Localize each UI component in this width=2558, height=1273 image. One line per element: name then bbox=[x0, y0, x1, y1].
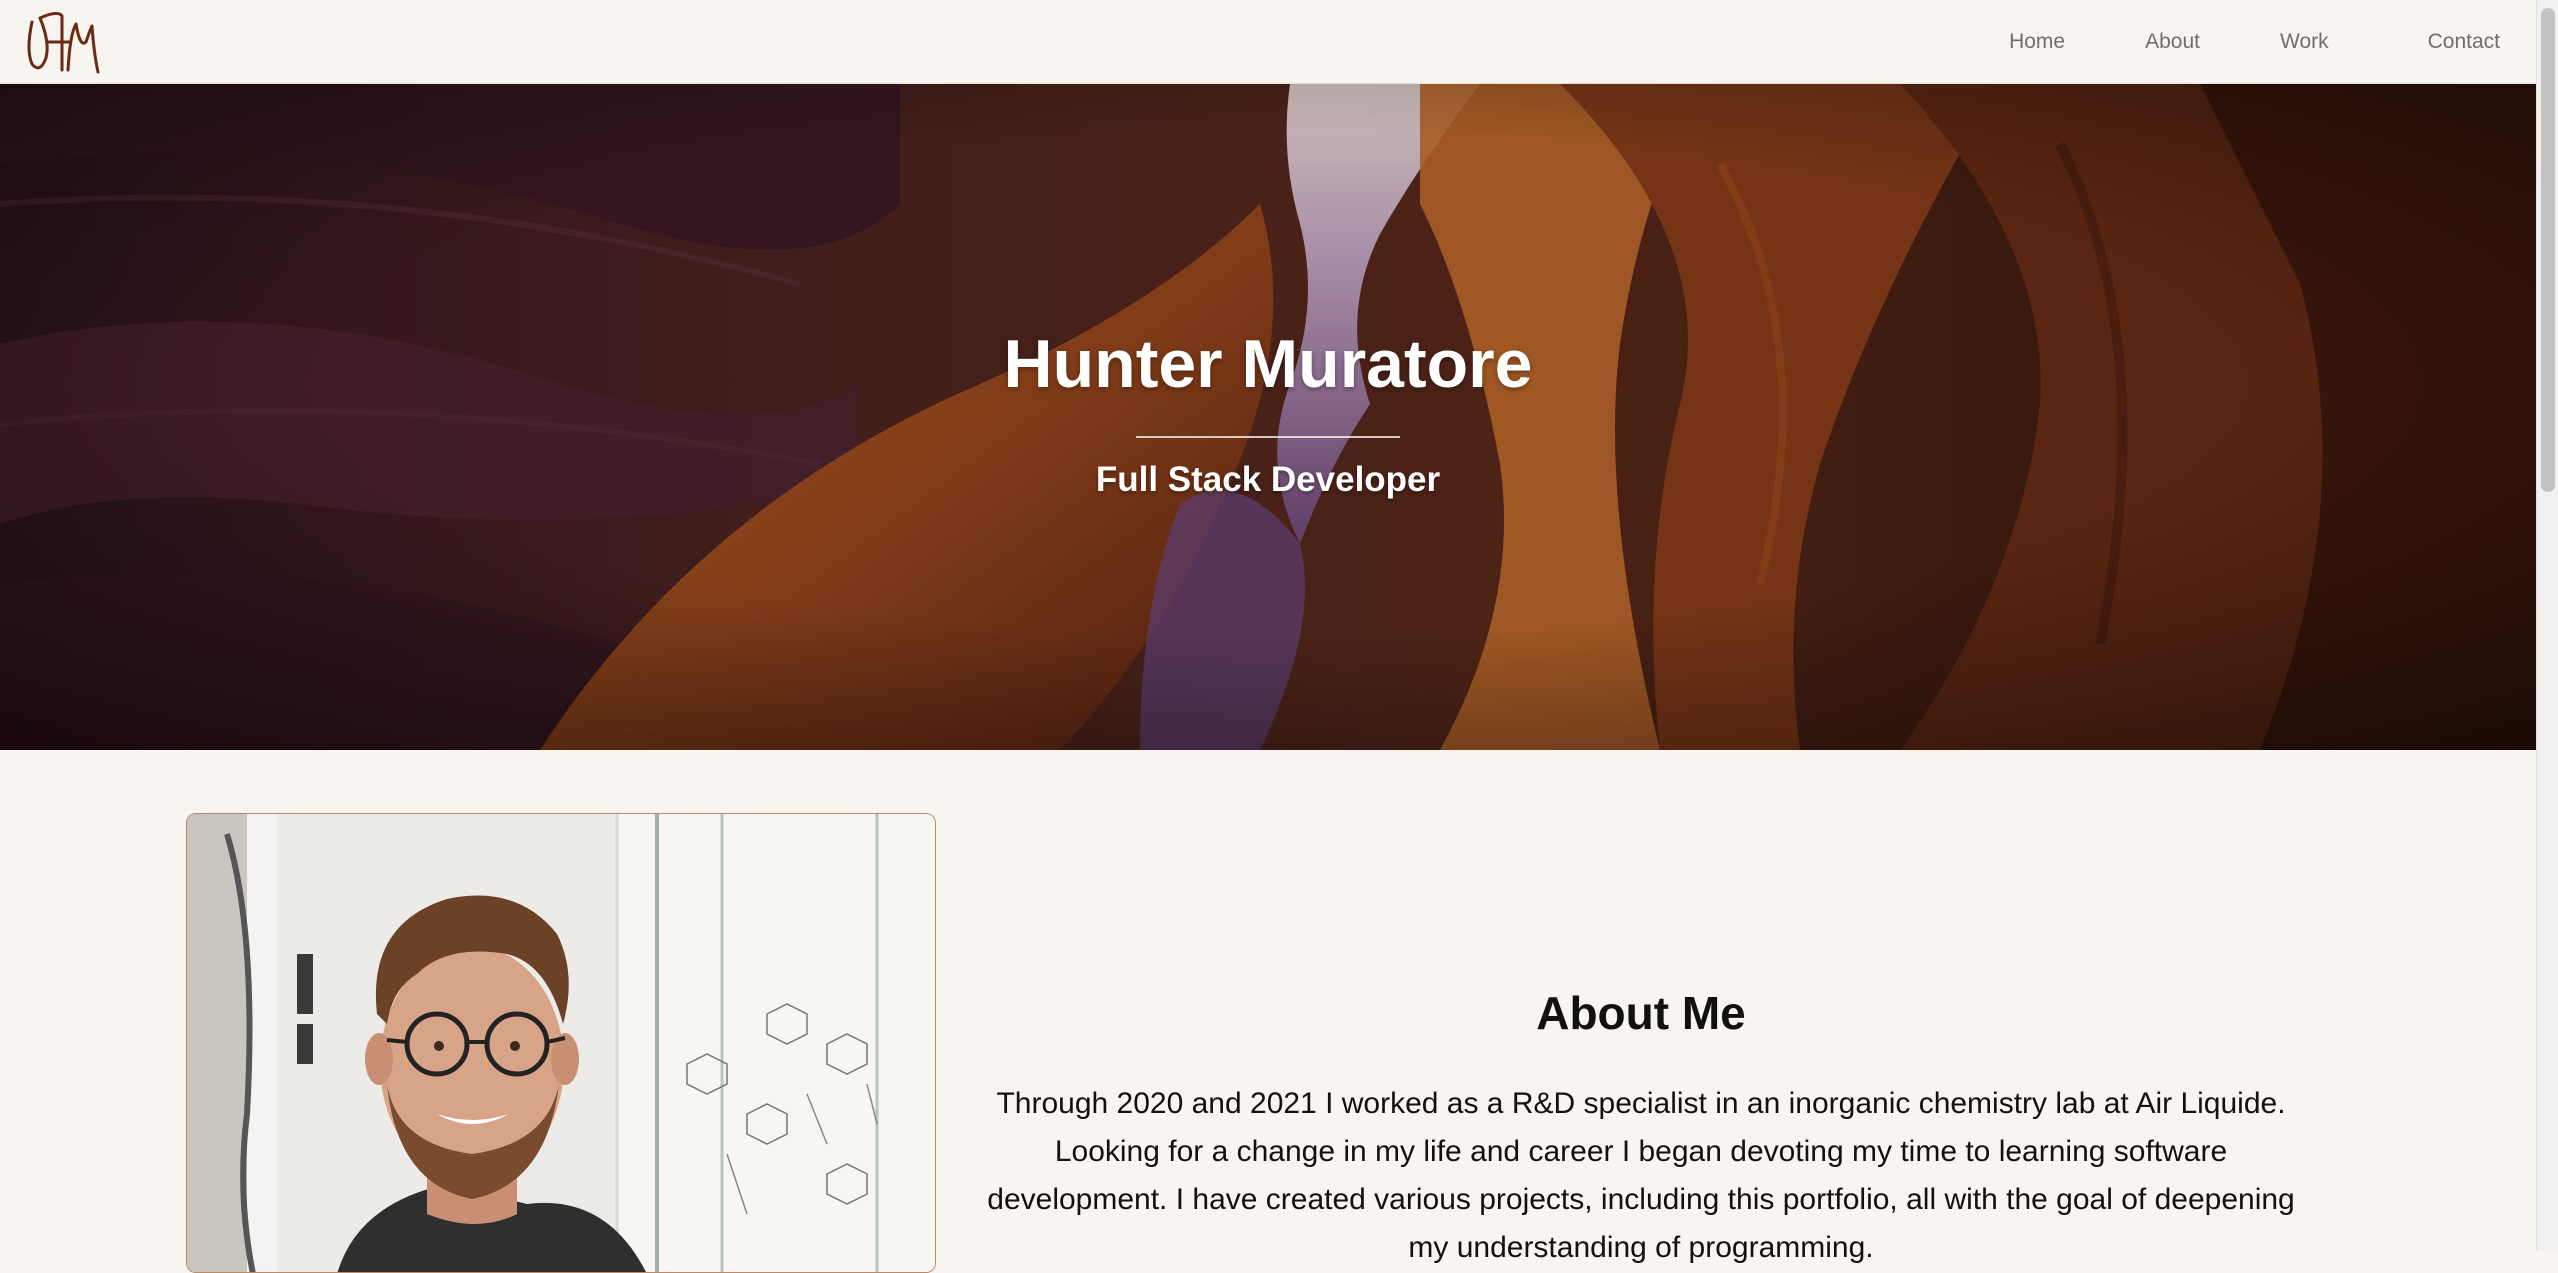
hero-banner: Hunter Muratore Full Stack Developer bbox=[0, 84, 2536, 750]
about-heading: About Me bbox=[1536, 987, 1746, 1039]
hero-title: Hunter Muratore bbox=[1003, 326, 1533, 402]
hm-logo[interactable] bbox=[18, 4, 102, 76]
hero-divider bbox=[1136, 436, 1400, 438]
nav-contact-link[interactable]: Contact bbox=[2428, 30, 2500, 54]
page-scrollbar[interactable] bbox=[2536, 0, 2558, 1251]
nav-links: Home About Work Contact bbox=[2009, 0, 2536, 84]
nav-work-link[interactable]: Work bbox=[2280, 30, 2329, 54]
profile-photo bbox=[186, 813, 936, 1273]
nav-about-link[interactable]: About bbox=[2145, 30, 2200, 54]
hero-subtitle: Full Stack Developer bbox=[1095, 460, 1441, 499]
about-text: Through 2020 and 2021 I worked as a R&D … bbox=[987, 1087, 2295, 1264]
canyon-background-image bbox=[0, 84, 2536, 750]
navbar: Home About Work Contact bbox=[0, 0, 2536, 84]
scrollbar-thumb[interactable] bbox=[2541, 8, 2555, 492]
nav-home-link[interactable]: Home bbox=[2009, 30, 2065, 54]
